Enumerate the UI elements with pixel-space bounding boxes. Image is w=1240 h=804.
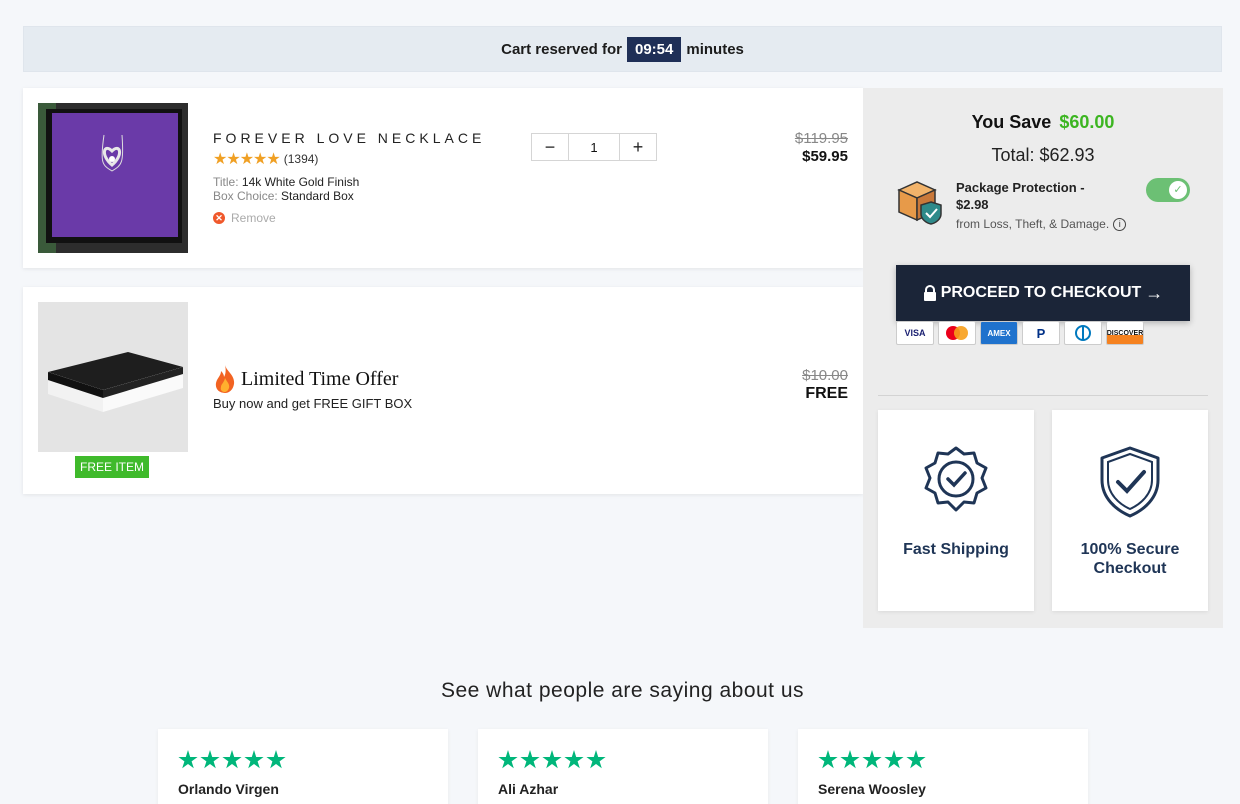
star-icon xyxy=(840,750,860,769)
star-icon xyxy=(200,750,220,769)
product-name[interactable]: FOREVER LOVE NECKLACE xyxy=(213,130,485,146)
star-icon xyxy=(862,750,882,769)
review-stars xyxy=(498,750,606,770)
gift-price: FREE xyxy=(805,385,848,402)
banner-prefix: Cart reserved for xyxy=(501,40,622,58)
sale-price: $59.95 xyxy=(802,148,848,165)
necklace-product-image[interactable] xyxy=(38,103,188,253)
protection-toggle[interactable]: ✓ xyxy=(1146,178,1190,202)
summary-top: You Save $60.00 Total: $62.93 Package Pro… xyxy=(878,88,1208,396)
package-protection-icon xyxy=(897,181,942,225)
reviews-heading: See what people are saying about us xyxy=(440,679,805,702)
protection-subtitle: from Loss, Theft, & Damage. i xyxy=(956,217,1127,231)
star-icon xyxy=(498,750,518,769)
increase-quantity-button[interactable]: + xyxy=(620,134,656,160)
cart-item-necklace: FOREVER LOVE NECKLACE ★★★★★ (1394) Title… xyxy=(23,88,863,268)
countdown-timer: 09:54 xyxy=(627,36,682,62)
review-card: Ali Azhar xyxy=(478,729,768,804)
star-icon xyxy=(542,750,562,769)
protection-sub-text: from Loss, Theft, & Damage. xyxy=(956,217,1110,231)
review-stars xyxy=(178,750,286,770)
discover-icon: DISCOVER xyxy=(1106,321,1144,345)
diners-icon xyxy=(1064,321,1102,345)
star-icon xyxy=(266,750,286,769)
you-save-amount: $60.00 xyxy=(1059,112,1115,132)
star-icon xyxy=(222,750,242,769)
cart-reserved-banner: Cart reserved for 09:54 minutes xyxy=(23,26,1222,72)
review-card: Orlando Virgen xyxy=(158,729,448,804)
mastercard-icon xyxy=(938,321,976,345)
review-stars xyxy=(818,750,926,770)
arrow-right-icon: → xyxy=(1145,282,1164,303)
star-icon xyxy=(520,750,540,769)
option-title-value: 14k White Gold Finish xyxy=(241,175,360,189)
reviewer-name: Serena Woosley xyxy=(818,781,926,797)
badge-check-icon xyxy=(924,446,988,512)
banner-suffix: minutes xyxy=(686,40,744,58)
quantity-value[interactable]: 1 xyxy=(568,134,620,160)
info-icon[interactable]: i xyxy=(1113,217,1127,231)
flame-icon xyxy=(215,365,235,393)
fast-shipping-feature: Fast Shipping xyxy=(878,410,1034,611)
gift-original-price: $10.00 xyxy=(802,367,848,384)
review-count: (1394) xyxy=(283,152,319,166)
free-item-badge: FREE ITEM xyxy=(75,456,150,478)
review-card: Serena Woosley xyxy=(798,729,1088,804)
remove-x-icon: ✕ xyxy=(213,212,225,224)
decrease-quantity-button[interactable]: − xyxy=(532,134,568,160)
original-price: $119.95 xyxy=(794,130,848,147)
offer-subtitle: Buy now and get FREE GIFT BOX xyxy=(213,396,413,411)
payment-methods: VISA AMEX P DISCOVER xyxy=(896,321,1144,345)
offer-title: Limited Time Offer xyxy=(213,364,398,394)
option-box-choice: Box Choice: Standard Box xyxy=(213,189,354,203)
remove-button[interactable]: ✕ Remove xyxy=(213,211,276,225)
amex-icon: AMEX xyxy=(980,321,1018,345)
cart-item-gift-box: FREE ITEM Limited Time Offer Buy now and… xyxy=(23,287,863,494)
order-total: Total: $62.93 xyxy=(991,145,1095,165)
checkout-label: PROCEED TO CHECKOUT xyxy=(940,284,1142,301)
paypal-icon: P xyxy=(1022,321,1060,345)
star-rating-icons: ★★★★★ xyxy=(213,151,281,168)
reviewer-name: Ali Azhar xyxy=(498,781,559,797)
secure-checkout-label: 100% Secure Checkout xyxy=(1080,541,1180,577)
option-box-label: Box Choice: xyxy=(213,189,278,203)
you-save: You Save $60.00 xyxy=(878,112,1208,133)
star-icon xyxy=(586,750,606,769)
star-icon xyxy=(244,750,264,769)
option-title-label: Title: xyxy=(213,175,239,189)
proceed-to-checkout-button[interactable]: PROCEED TO CHECKOUT → xyxy=(896,265,1190,321)
offer-title-text: Limited Time Offer xyxy=(241,367,399,390)
gift-box-image xyxy=(38,302,188,452)
star-icon xyxy=(178,750,198,769)
order-summary: You Save $60.00 Total: $62.93 Package Pro… xyxy=(863,88,1223,628)
product-rating: ★★★★★ (1394) xyxy=(213,149,318,169)
remove-label: Remove xyxy=(231,211,276,225)
quantity-stepper: − 1 + xyxy=(531,133,657,161)
reviewer-name: Orlando Virgen xyxy=(178,781,279,797)
star-icon xyxy=(884,750,904,769)
you-save-label: You Save xyxy=(971,112,1052,132)
visa-icon: VISA xyxy=(896,321,934,345)
check-icon: ✓ xyxy=(1169,181,1187,199)
option-title: Title: 14k White Gold Finish xyxy=(213,175,359,189)
shield-check-icon xyxy=(1100,446,1160,518)
fast-shipping-label: Fast Shipping xyxy=(903,541,1009,558)
star-icon xyxy=(818,750,838,769)
star-icon xyxy=(564,750,584,769)
secure-checkout-feature: 100% Secure Checkout xyxy=(1052,410,1208,611)
lock-icon xyxy=(923,285,936,301)
option-box-value: Standard Box xyxy=(281,189,354,203)
star-icon xyxy=(906,750,926,769)
protection-title: Package Protection - $2.98 xyxy=(956,180,1085,212)
